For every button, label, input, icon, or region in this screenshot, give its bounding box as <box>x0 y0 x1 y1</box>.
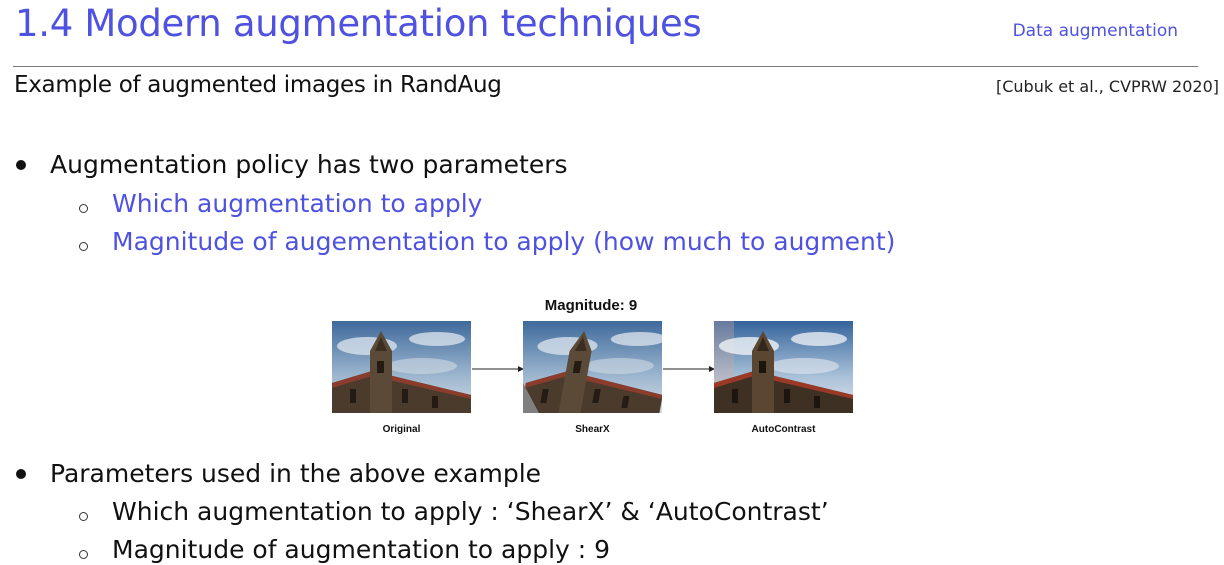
bullet-text: Parameters used in the above example <box>50 459 542 488</box>
sub-bullet-text: Magnitude of augementation to apply (how… <box>112 227 896 256</box>
sub-bullet-item: Which augmentation to apply <box>79 189 483 218</box>
sub-bullet-text: Which augmentation to apply : ‘ShearX’ &… <box>112 497 829 526</box>
caption-autocontrast: AutoContrast <box>751 424 816 435</box>
bullet-item: Parameters used in the above example <box>16 459 542 488</box>
sub-bullet-item: Magnitude of augmentation to apply : 9 <box>79 535 611 564</box>
bullet-item: Augmentation policy has two parameters <box>16 150 568 179</box>
sub-bullet-item: Magnitude of augementation to apply (how… <box>79 227 896 256</box>
bullet-dot-icon <box>16 160 26 170</box>
sub-bullet-text: Which augmentation to apply <box>112 189 483 218</box>
bullet-text: Augmentation policy has two parameters <box>50 150 568 179</box>
sub-bullet-ring-icon <box>79 512 88 521</box>
arrow-right-icon <box>472 366 524 372</box>
shearx-image <box>523 321 662 413</box>
caption-original: Original <box>382 424 421 435</box>
caption-shearx: ShearX <box>575 424 610 435</box>
arrow-right-icon <box>663 366 715 372</box>
sub-bullet-text: Magnitude of augmentation to apply : 9 <box>112 535 611 564</box>
sub-bullet-ring-icon <box>79 204 88 213</box>
figure-title: Magnitude: 9 <box>544 297 638 314</box>
citation: [Cubuk et al., CVPRW 2020] <box>995 77 1219 96</box>
header-rule <box>13 66 1198 67</box>
sub-bullet-ring-icon <box>79 550 88 559</box>
slide-title: 1.4 Modern augmentation techniques <box>15 2 702 45</box>
autocontrast-image <box>714 321 853 413</box>
section-tag: Data augmentation <box>1012 21 1178 41</box>
slide-subtitle: Example of augmented images in RandAug <box>14 72 502 98</box>
bullet-dot-icon <box>16 469 26 479</box>
sub-bullet-ring-icon <box>79 242 88 251</box>
original-image <box>332 321 471 413</box>
sub-bullet-item: Which augmentation to apply : ‘ShearX’ &… <box>79 497 829 526</box>
